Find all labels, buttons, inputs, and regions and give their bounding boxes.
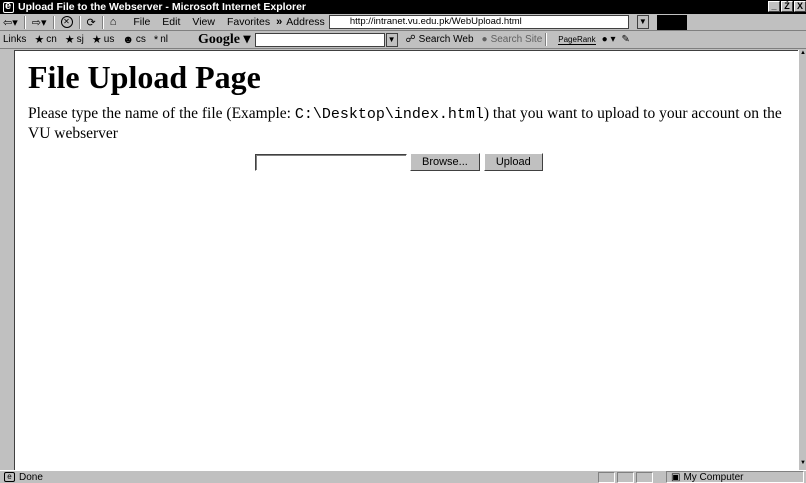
address-input[interactable]: http://intranet.vu.edu.pk/WebUpload.html (328, 15, 629, 29)
link-label: sj (76, 34, 84, 45)
page-done-icon: e (4, 472, 15, 482)
page-content: File Upload Page Please type the name of… (14, 50, 798, 470)
windows-throbber-icon (656, 14, 687, 30)
status-pane (598, 472, 615, 483)
back-arrow-icon: ⇦ (3, 16, 13, 29)
link-label: nl (160, 34, 168, 45)
people-icon: ☻ (122, 33, 134, 46)
globe-icon: ★ (91, 34, 102, 46)
menu-file[interactable]: File (133, 16, 150, 28)
file-path-input[interactable] (255, 153, 407, 171)
link-label: cs (135, 34, 146, 45)
home-button[interactable]: ⌂ (107, 15, 120, 30)
computer-icon: ▣ (671, 471, 681, 483)
close-button[interactable]: X (794, 1, 806, 12)
address-dropdown-button[interactable]: ▼ (636, 15, 649, 29)
link-nl[interactable]: * nl (154, 34, 168, 46)
minimize-button[interactable]: _ (768, 1, 780, 12)
vertical-scrollbar[interactable]: ▲ ▼ (798, 50, 806, 470)
example-path: C:\Desktop\index.html (294, 106, 484, 123)
scroll-down-icon[interactable]: ▼ (799, 460, 806, 470)
links-label: Links (3, 34, 27, 45)
menu-view[interactable]: View (192, 16, 215, 28)
address-label: Address (286, 16, 325, 28)
search-web-button[interactable]: ☍ Search Web (406, 34, 474, 45)
globe-icon: ★ (64, 34, 75, 46)
toolbar-separator (101, 15, 104, 29)
toolbar-separator (545, 33, 548, 46)
upload-form: Browse... Upload (255, 153, 785, 171)
toolbar-separator (78, 15, 81, 29)
google-search-input[interactable] (254, 32, 385, 47)
toolbar-separator (23, 15, 26, 29)
link-label: cn (46, 34, 57, 45)
window-title: Upload File to the Webserver - Microsoft… (18, 1, 307, 13)
scroll-up-icon[interactable]: ▲ (799, 50, 806, 60)
link-cn[interactable]: ★ cn (34, 33, 56, 46)
back-button[interactable]: ⇦ ▾ (0, 15, 21, 30)
instruction-before: Please type the name of the file (Exampl… (28, 105, 295, 122)
status-pane (636, 472, 653, 483)
links-toolbar: Links ★ cn ★ sj ★ us ☻ cs * nl Google ▾ … (0, 31, 806, 49)
browse-button[interactable]: Browse... (410, 153, 480, 171)
left-frame-border (0, 50, 14, 470)
status-pane (617, 472, 634, 483)
highlight-icon[interactable]: ✎ (621, 34, 629, 45)
stop-icon: ✕ (60, 16, 73, 28)
binoculars-icon: ☍ (405, 34, 416, 45)
search-site-label: Search Site (490, 34, 543, 45)
menu-overflow-chevron[interactable]: » (276, 16, 282, 28)
star-icon: * (153, 33, 159, 46)
link-cs[interactable]: ☻ cs (122, 34, 146, 46)
window-controls: _ Ź X (767, 1, 806, 12)
toolbar-separator (52, 15, 55, 29)
home-icon: ⌂ (109, 16, 117, 28)
status-panes (598, 472, 655, 483)
page-heading: File Upload Page (28, 59, 261, 95)
google-search-dropdown[interactable]: ▼ (385, 32, 398, 47)
status-text: Done (19, 471, 43, 483)
refresh-button[interactable]: ⟳ (84, 15, 99, 30)
status-bar: e Done ▣ My Computer (0, 470, 806, 483)
refresh-icon: ⟳ (86, 16, 96, 29)
page-info-icon[interactable]: ● ▾ (602, 34, 616, 45)
status-message: e Done (4, 472, 43, 483)
search-site-icon: ● (481, 34, 488, 45)
menu-favorites[interactable]: Favorites (227, 16, 270, 28)
link-sj[interactable]: ★ sj (65, 33, 84, 46)
ie-logo-icon (3, 0, 14, 13)
security-zone: ▣ My Computer (666, 471, 804, 483)
forward-dropdown-icon[interactable]: ▾ (41, 16, 47, 29)
search-web-label: Search Web (418, 34, 474, 45)
link-label: us (103, 34, 115, 45)
zone-label: My Computer (683, 471, 744, 483)
link-us[interactable]: ★ us (92, 33, 114, 46)
window-titlebar[interactable]: Upload File to the Webserver - Microsoft… (0, 0, 806, 14)
stop-button[interactable]: ✕ (58, 15, 76, 30)
forward-button[interactable]: ⇨ ▾ (29, 15, 50, 30)
back-dropdown-icon[interactable]: ▾ (12, 16, 18, 29)
forward-arrow-icon: ⇨ (31, 16, 41, 29)
menu-edit[interactable]: Edit (162, 16, 180, 28)
google-menu-button[interactable]: Google ▾ (198, 31, 251, 48)
upload-button[interactable]: Upload (483, 153, 543, 171)
globe-icon: ★ (34, 34, 45, 46)
menu-bar: File Edit View Favorites (127, 16, 276, 28)
pagerank-indicator[interactable]: PageRank (558, 35, 596, 45)
instruction-text: Please type the name of the file (Exampl… (28, 104, 785, 143)
search-site-button[interactable]: ● Search Site (482, 34, 543, 45)
maximize-button[interactable]: Ź (781, 1, 793, 12)
main-toolbar: ⇦ ▾ ⇨ ▾ ✕ ⟳ ⌂ File Edit View Favorites »… (0, 14, 806, 31)
